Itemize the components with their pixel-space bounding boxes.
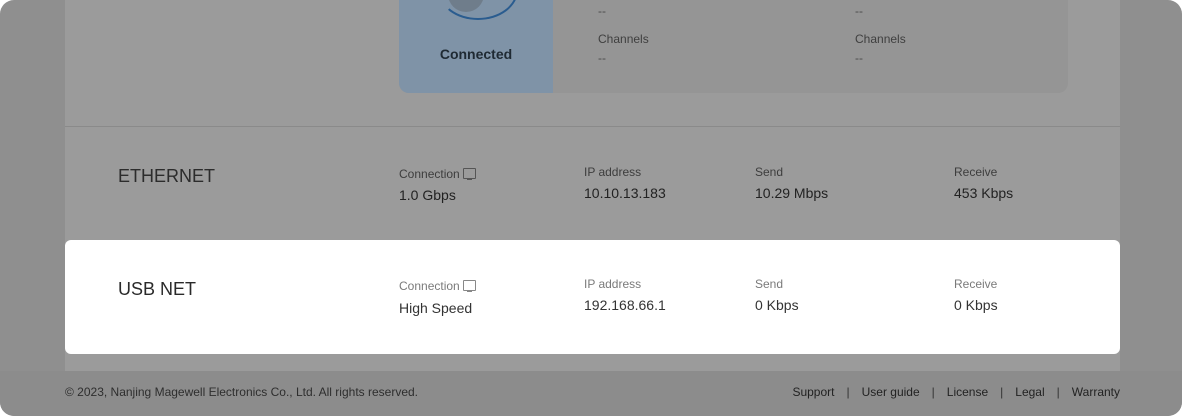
wifi-channels-value-2: -- [855,51,863,65]
connection-label-text: Connection [399,279,460,293]
user-guide-link[interactable]: User guide [862,385,920,399]
wifi-channels-value-1: -- [598,51,606,65]
usb-net-card: USB NET Connection High Speed IP address… [65,240,1120,354]
link-separator: | [1056,385,1060,399]
usb-net-connection-label: Connection [399,279,476,293]
ethernet-connection-value: 1.0 Gbps [399,187,456,203]
license-link[interactable]: License [947,385,988,399]
connection-label-text: Connection [399,167,460,181]
network-monitor-icon [462,168,476,180]
link-separator: | [846,385,850,399]
footer-links: Support | User guide | License | Legal |… [792,385,1120,399]
wifi-channels-label-1: Channels [598,32,649,46]
usb-net-send-label: Send [755,277,784,291]
link-separator: | [931,385,935,399]
support-link[interactable]: Support [792,385,834,399]
usb-net-send-value: 0 Kbps [755,297,799,313]
wifi-channels-label-2: Channels [855,32,906,46]
copyright-text: © 2023, Nanjing Magewell Electronics Co.… [65,385,419,399]
ethernet-title: ETHERNET [118,166,216,186]
ethernet-ip-value: 10.10.13.183 [584,185,666,201]
wifi-value-1: -- [598,4,606,18]
ethernet-ip-label: IP address [584,165,642,179]
section-divider [65,126,1120,127]
footer: © 2023, Nanjing Magewell Electronics Co.… [0,371,1182,416]
ethernet-connection-label: Connection [399,167,476,181]
network-monitor-icon [462,280,476,292]
usb-net-ip-value: 192.168.66.1 [584,297,666,313]
usb-net-connection-value: High Speed [399,300,473,316]
ethernet-receive-label: Receive [954,165,998,179]
usb-net-ip-label: IP address [584,277,642,291]
link-separator: | [1000,385,1004,399]
usb-net-title: USB NET [118,279,197,299]
wifi-value-2: -- [855,4,863,18]
app-window: Connected -- -- Channels -- Channels -- … [0,0,1182,416]
ethernet-receive-value: 453 Kbps [954,185,1014,201]
ethernet-send-label: Send [755,165,784,179]
usb-net-receive-value: 0 Kbps [954,297,998,313]
warranty-link[interactable]: Warranty [1072,385,1120,399]
usb-net-receive-label: Receive [954,277,998,291]
wifi-status-label: Connected [439,46,513,62]
legal-link[interactable]: Legal [1015,385,1044,399]
ethernet-send-value: 10.29 Mbps [755,185,829,201]
